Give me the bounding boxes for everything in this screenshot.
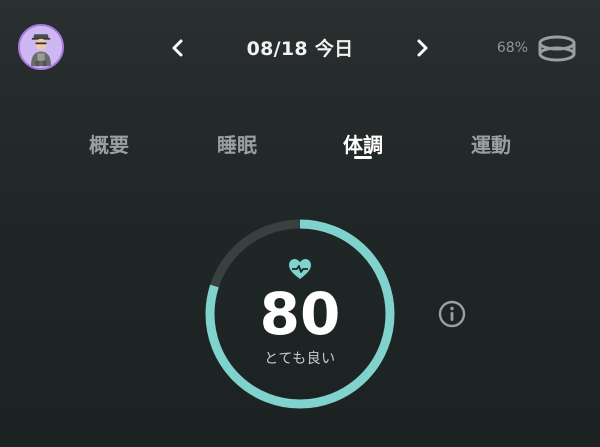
info-button[interactable]: [438, 300, 466, 328]
chevron-right-icon: [417, 39, 428, 57]
heart-pulse-icon: [288, 258, 312, 280]
section-tabs: 概要 睡眠 体調 運動: [0, 125, 600, 165]
chevron-left-icon: [172, 39, 183, 57]
info-icon: [438, 300, 466, 328]
avatar-illustration: [20, 26, 62, 68]
date-label[interactable]: 08/18 今日: [200, 34, 400, 61]
tab-overview[interactable]: 概要: [64, 129, 154, 158]
condition-score: 80: [259, 280, 341, 348]
prev-day-button[interactable]: [166, 36, 190, 60]
tab-sleep[interactable]: 睡眠: [192, 129, 282, 158]
condition-status-label: とても良い: [264, 351, 336, 367]
tab-condition[interactable]: 体調: [318, 129, 408, 158]
header-bar: 08/18 今日 68%: [0, 0, 600, 100]
active-tab-indicator: [354, 156, 372, 159]
smart-ring-icon[interactable]: [537, 33, 577, 65]
tab-activity[interactable]: 運動: [446, 129, 536, 158]
next-day-button[interactable]: [410, 36, 434, 60]
ring-battery-percent: 68%: [496, 40, 528, 56]
avatar[interactable]: [18, 24, 64, 70]
